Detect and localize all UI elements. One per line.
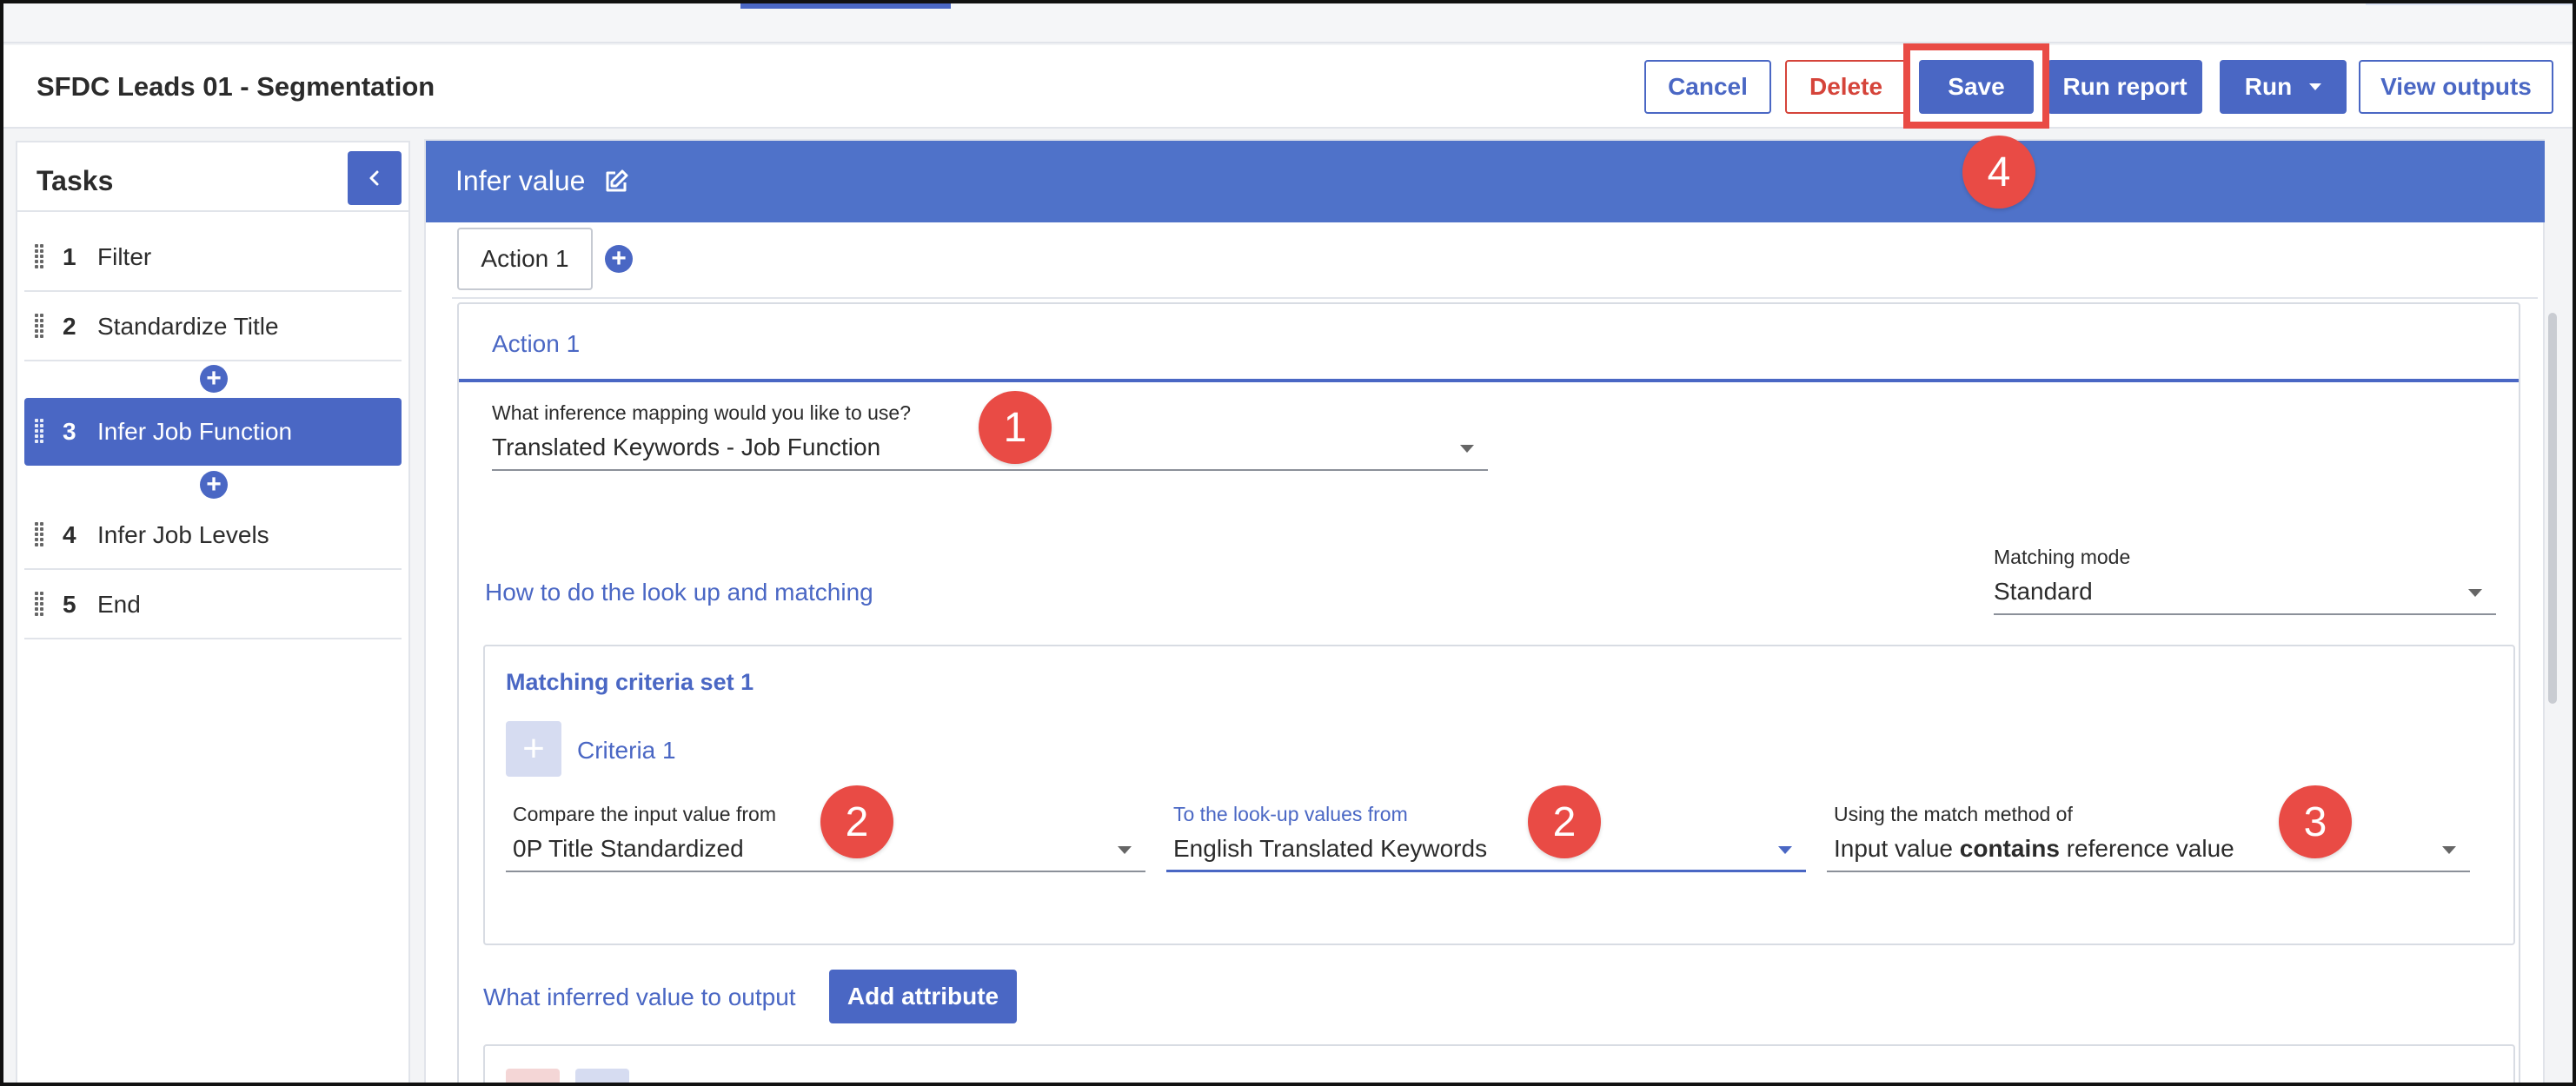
task-number: 5 (63, 591, 76, 618)
caret-down-icon (2442, 846, 2456, 854)
task-number: 3 (63, 418, 76, 445)
drag-handle-icon[interactable] (35, 244, 43, 270)
add-attribute-chip[interactable] (575, 1069, 629, 1086)
sidebar-divider (17, 210, 408, 212)
task-label: Filter (97, 243, 152, 270)
add-task-icon[interactable]: + (200, 365, 228, 393)
caret-down-icon (2309, 83, 2322, 90)
caret-down-icon (1778, 846, 1792, 854)
task-item-infer-job-function[interactable]: 3 Infer Job Function (24, 398, 402, 466)
delete-button[interactable]: Delete (1785, 60, 1907, 114)
step-marker-2b: 2 (1528, 785, 1601, 858)
drag-handle-icon[interactable] (35, 592, 43, 618)
task-label: Infer Job Levels (97, 521, 269, 548)
task-number: 4 (63, 521, 76, 548)
panel-title: Infer value (455, 165, 586, 196)
task-item-end[interactable]: 5 End (24, 572, 402, 639)
tasks-sidebar: Tasks 1 Filter 2 Standardize Title + 3 I… (16, 141, 410, 1086)
sidebar-title: Tasks (37, 165, 114, 196)
lookup-matching-section-title: How to do the look up and matching (485, 579, 873, 606)
add-action-icon[interactable]: + (605, 245, 633, 273)
edit-icon[interactable] (603, 169, 629, 195)
caret-down-icon (1118, 846, 1132, 854)
collapse-sidebar-button[interactable] (348, 151, 402, 205)
task-number: 1 (63, 243, 76, 270)
drag-handle-icon[interactable] (35, 522, 43, 548)
matching-criteria-set: Matching criteria set 1 + Criteria 1 Com… (483, 645, 2515, 945)
add-attribute-button[interactable]: Add attribute (829, 970, 1017, 1023)
tab-action-1[interactable]: Action 1 (457, 228, 593, 290)
criteria-set-title: Matching criteria set 1 (506, 669, 754, 695)
compare-input-label: Compare the input value from (513, 803, 776, 825)
task-label: Standardize Title (97, 313, 279, 340)
top-tab-strip (0, 0, 2576, 43)
task-item-filter[interactable]: 1 Filter (24, 224, 402, 292)
save-highlight-box (1903, 43, 2049, 129)
match-method-prefix: Input value (1834, 835, 1960, 862)
lookup-values-label: To the look-up values from (1173, 803, 1408, 825)
match-method-suffix: reference value (2059, 835, 2234, 862)
lookup-values-select[interactable]: English Translated Keywords (1166, 827, 1806, 872)
task-label: Infer Job Function (97, 418, 293, 445)
lookup-values-value: English Translated Keywords (1173, 834, 1488, 862)
step-marker-3: 3 (2279, 785, 2352, 858)
chevron-left-icon (369, 170, 379, 186)
page-title: SFDC Leads 01 - Segmentation (37, 71, 435, 102)
matching-mode-value: Standard (1994, 578, 2093, 605)
panel-header: Infer value (426, 141, 2545, 222)
match-method-label: Using the match method of (1834, 803, 2073, 825)
main-panel: Infer value Action 1 + Action 1 What inf… (424, 139, 2545, 1086)
drag-handle-icon[interactable] (35, 419, 43, 445)
run-button-label: Run (2244, 73, 2293, 100)
drag-handle-icon[interactable] (35, 314, 43, 340)
step-marker-2a: 2 (820, 785, 893, 858)
task-item-infer-job-levels[interactable]: 4 Infer Job Levels (24, 502, 402, 570)
mapping-question-label: What inference mapping would you like to… (492, 401, 912, 424)
compare-input-value: 0P Title Standardized (513, 835, 744, 862)
task-label: End (97, 591, 141, 618)
tab-divider (452, 297, 2538, 299)
cancel-button[interactable]: Cancel (1644, 60, 1771, 114)
remove-attribute-chip[interactable] (506, 1069, 560, 1086)
output-section-title: What inferred value to output (483, 983, 796, 1010)
add-task-icon[interactable]: + (200, 471, 228, 499)
caret-down-icon (1460, 445, 1474, 453)
output-attributes-box (483, 1044, 2515, 1086)
secondary-top-tab-indicator (2366, 0, 2576, 5)
view-outputs-button[interactable]: View outputs (2359, 60, 2553, 114)
inference-mapping-value: Translated Keywords - Job Function (492, 434, 881, 460)
task-number: 2 (63, 313, 76, 340)
matching-mode-label: Matching mode (1994, 546, 2131, 568)
task-item-standardize-title[interactable]: 2 Standardize Title (24, 294, 402, 361)
add-criteria-button[interactable]: + (506, 721, 561, 777)
run-report-button[interactable]: Run report (2048, 60, 2202, 114)
criteria-name[interactable]: Criteria 1 (577, 737, 676, 765)
page-header: SFDC Leads 01 - Segmentation Cancel Dele… (0, 45, 2576, 129)
card-tab-underline (459, 379, 2519, 382)
active-top-tab-indicator (740, 0, 951, 9)
vertical-scrollbar[interactable] (2548, 313, 2557, 704)
card-tab-action-1[interactable]: Action 1 (492, 330, 580, 358)
match-method-bold: contains (1959, 835, 2060, 862)
match-method-value: Input value contains reference value (1834, 835, 2234, 863)
step-marker-1: 1 (979, 391, 1052, 464)
matching-mode-select[interactable]: Standard (1994, 570, 2496, 615)
step-marker-4: 4 (1962, 136, 2035, 209)
run-dropdown-button[interactable]: Run (2220, 60, 2347, 114)
caret-down-icon (2468, 589, 2482, 597)
match-method-select[interactable]: Input value contains reference value (1827, 827, 2470, 872)
